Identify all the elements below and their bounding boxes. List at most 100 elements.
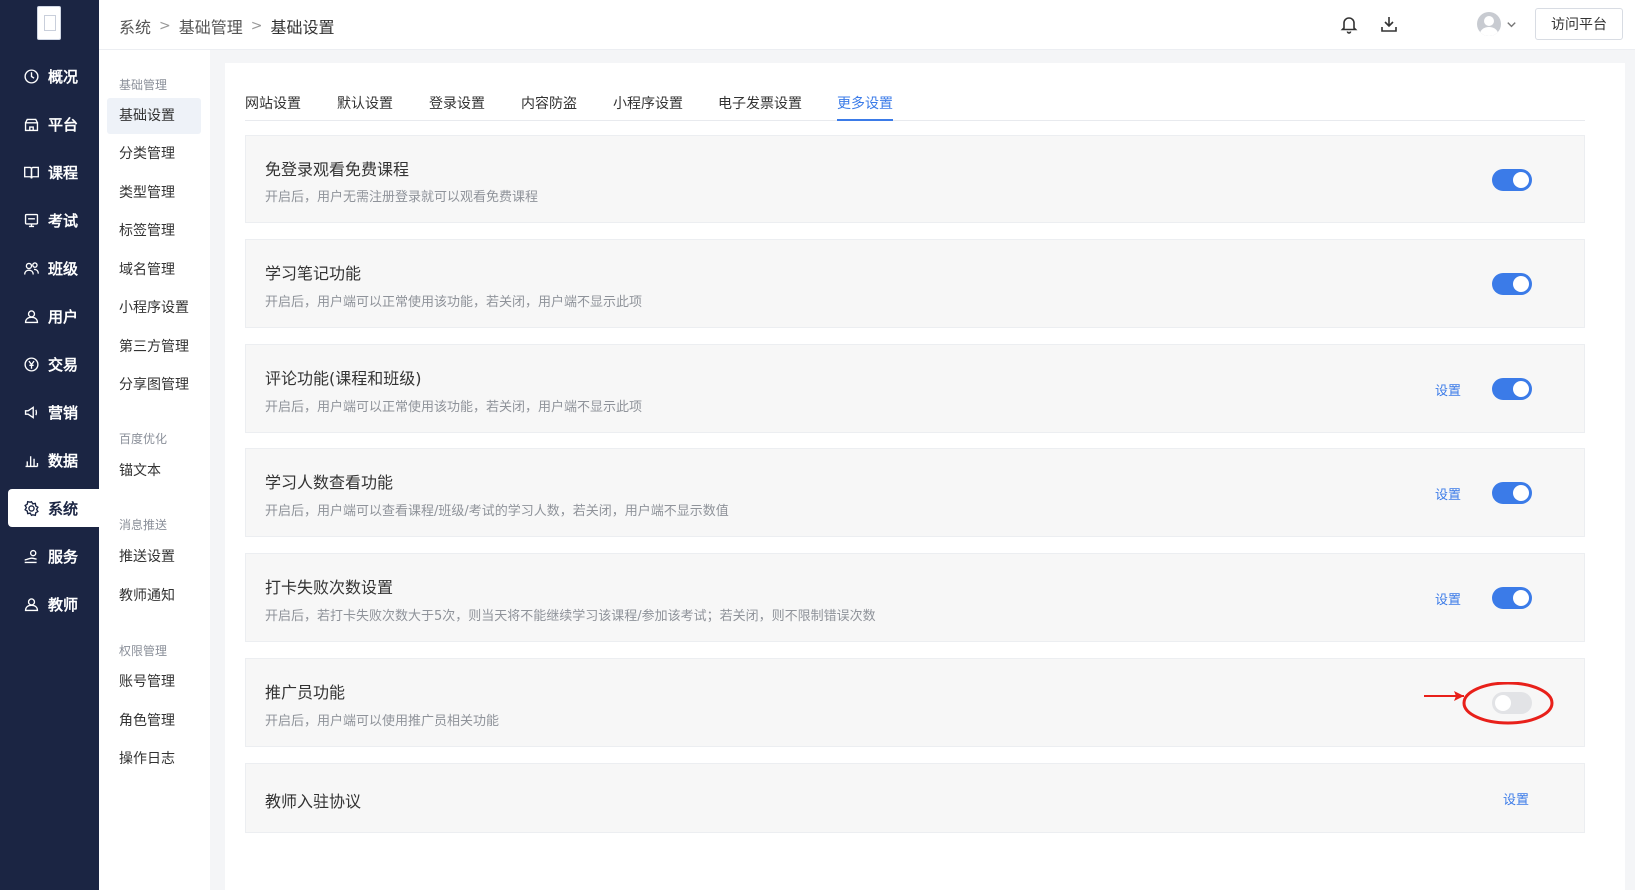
visit-platform-button[interactable]: 访问平台 <box>1535 8 1623 40</box>
sidebar-item-label: 考试 <box>48 211 79 230</box>
learner-count-toggle[interactable] <box>1492 482 1532 504</box>
settings-tabs: 网站设置 默认设置 登录设置 内容防盗 小程序设置 电子发票设置 更多设置 <box>245 85 1585 121</box>
subnav-item-anchor-text[interactable]: 锚文本 <box>107 453 201 489</box>
setting-title: 免登录观看免费课程 <box>265 160 410 179</box>
checkin-failure-toggle[interactable] <box>1492 587 1532 609</box>
sidebar-item-label: 系统 <box>48 499 79 518</box>
setting-description: 开启后，用户无需注册登录就可以观看免费课程 <box>265 190 539 205</box>
download-icon[interactable] <box>1379 14 1401 36</box>
tab-anti-theft[interactable]: 内容防盗 <box>521 93 577 121</box>
subnav-item-roles[interactable]: 角色管理 <box>107 703 201 739</box>
sidebar-item-exam[interactable]: 考试 <box>8 201 99 239</box>
setting-title: 推广员功能 <box>265 683 346 702</box>
tab-website[interactable]: 网站设置 <box>245 93 301 121</box>
sidebar-item-class[interactable]: 班级 <box>8 249 99 287</box>
learner-count-settings-link[interactable]: 设置 <box>1435 484 1461 503</box>
avatar[interactable] <box>1477 12 1501 36</box>
service-icon <box>22 547 40 565</box>
breadcrumb-current: 基础设置 <box>270 18 335 37</box>
teacher-icon <box>22 595 40 613</box>
sidebar-item-label: 课程 <box>48 163 79 182</box>
setting-row: 免登录观看免费课程 开启后，用户无需注册登录就可以观看免费课程 <box>245 135 1585 223</box>
comment-toggle[interactable] <box>1492 378 1532 400</box>
subnav-group-title: 权限管理 <box>119 644 168 658</box>
sidebar-item-overview[interactable]: 概况 <box>8 57 99 95</box>
tab-e-invoice[interactable]: 电子发票设置 <box>718 93 802 121</box>
bell-icon[interactable] <box>1339 14 1361 36</box>
setting-row: 评论功能(课程和班级) 开启后，用户端可以正常使用该功能，若关闭，用户端不显示此… <box>245 344 1585 433</box>
subnav-item-category[interactable]: 分类管理 <box>107 136 201 172</box>
sidebar-item-label: 概况 <box>48 67 79 86</box>
subnav-item-teacher-notice[interactable]: 教师通知 <box>107 578 201 614</box>
yen-icon <box>22 355 40 373</box>
app-logo[interactable] <box>37 6 61 40</box>
setting-description: 开启后，用户端可以查看课程/班级/考试的学习人数，若关闭，用户端不显示数值 <box>265 504 729 519</box>
setting-row: 推广员功能 开启后，用户端可以使用推广员相关功能 <box>245 658 1585 747</box>
subnav-item-basic-settings[interactable]: 基础设置 <box>107 98 201 134</box>
sidebar-item-teacher[interactable]: 教师 <box>8 585 99 623</box>
bar-chart-icon <box>22 451 40 469</box>
sidebar-item-label: 营销 <box>48 403 79 422</box>
free-course-toggle[interactable] <box>1492 169 1532 191</box>
subnav-group-title: 消息推送 <box>119 518 168 532</box>
book-icon <box>22 163 40 181</box>
breadcrumb-item[interactable]: 基础管理 <box>179 14 243 38</box>
user-icon <box>22 307 40 325</box>
megaphone-icon <box>22 403 40 421</box>
subnav-group-title: 百度优化 <box>119 432 168 446</box>
subnav-item-miniprogram[interactable]: 小程序设置 <box>107 290 201 326</box>
sidebar-item-user[interactable]: 用户 <box>8 297 99 335</box>
subnav-item-domain[interactable]: 域名管理 <box>107 252 201 288</box>
tab-default[interactable]: 默认设置 <box>337 93 393 121</box>
tab-login[interactable]: 登录设置 <box>429 93 485 121</box>
breadcrumb-separator: > <box>159 18 171 34</box>
setting-title: 评论功能(课程和班级) <box>265 369 422 388</box>
subnav-item-tag[interactable]: 标签管理 <box>107 213 201 249</box>
subnav-item-share-image[interactable]: 分享图管理 <box>107 367 201 403</box>
setting-title: 学习笔记功能 <box>265 264 362 283</box>
sidebar-item-marketing[interactable]: 营销 <box>8 393 99 431</box>
top-header: 系统 > 基础管理 > 基础设置 访问平台 <box>99 0 1635 50</box>
checkin-settings-link[interactable]: 设置 <box>1435 589 1461 608</box>
setting-title: 学习人数查看功能 <box>265 473 394 492</box>
setting-description: 开启后，若打卡失败次数大于5次，则当天将不能继续学习该课程/参加该考试；若关闭，… <box>265 609 876 624</box>
sidebar-item-system[interactable]: 系统 <box>8 489 99 527</box>
sidebar-item-label: 交易 <box>48 355 79 374</box>
tab-miniprogram[interactable]: 小程序设置 <box>613 93 683 121</box>
comment-settings-link[interactable]: 设置 <box>1435 380 1461 399</box>
subnav-group-title: 基础管理 <box>119 78 168 92</box>
settings-panel: 网站设置 默认设置 登录设置 内容防盗 小程序设置 电子发票设置 更多设置 免登… <box>225 63 1625 890</box>
subnav-item-push-settings[interactable]: 推送设置 <box>107 539 201 575</box>
tab-more[interactable]: 更多设置 <box>837 93 893 121</box>
breadcrumb-item[interactable]: 系统 <box>119 14 151 38</box>
sidebar-item-label: 教师 <box>48 595 79 614</box>
group-icon <box>22 259 40 277</box>
setting-row: 学习人数查看功能 开启后，用户端可以查看课程/班级/考试的学习人数，若关闭，用户… <box>245 448 1585 537</box>
main-sidebar: 概况 平台 课程 考试 班级 用户 交易 营销 数据 系统 服务 教师 <box>0 0 99 890</box>
setting-description: 开启后，用户端可以使用推广员相关功能 <box>265 714 500 729</box>
setting-title: 教师入驻协议 <box>265 792 362 811</box>
sidebar-item-course[interactable]: 课程 <box>8 153 99 191</box>
subnav-item-operation-log[interactable]: 操作日志 <box>107 741 201 777</box>
teacher-agreement-settings-link[interactable]: 设置 <box>1503 789 1529 808</box>
secondary-sidebar: 基础管理 基础设置 分类管理 类型管理 标签管理 域名管理 小程序设置 第三方管… <box>99 50 210 890</box>
annotation-circle <box>1462 682 1554 725</box>
setting-title: 打卡失败次数设置 <box>265 578 394 597</box>
clock-icon <box>22 67 40 85</box>
setting-description: 开启后，用户端可以正常使用该功能，若关闭，用户端不显示此项 <box>265 400 643 415</box>
sidebar-item-label: 班级 <box>48 259 79 278</box>
sidebar-item-platform[interactable]: 平台 <box>8 105 99 143</box>
sidebar-item-trade[interactable]: 交易 <box>8 345 99 383</box>
setting-row: 学习笔记功能 开启后，用户端可以正常使用该功能，若关闭，用户端不显示此项 <box>245 239 1585 328</box>
breadcrumb-separator: > <box>250 18 263 34</box>
subnav-item-accounts[interactable]: 账号管理 <box>107 664 201 700</box>
notes-toggle[interactable] <box>1492 273 1532 295</box>
sidebar-item-service[interactable]: 服务 <box>8 537 99 575</box>
sidebar-item-data[interactable]: 数据 <box>8 441 99 479</box>
chevron-down-icon[interactable] <box>1505 16 1519 30</box>
subnav-item-type[interactable]: 类型管理 <box>107 175 201 211</box>
sidebar-item-label: 平台 <box>48 115 79 134</box>
exam-icon <box>22 211 40 229</box>
subnav-item-third-party[interactable]: 第三方管理 <box>107 329 201 365</box>
sidebar-item-label: 用户 <box>48 307 79 326</box>
